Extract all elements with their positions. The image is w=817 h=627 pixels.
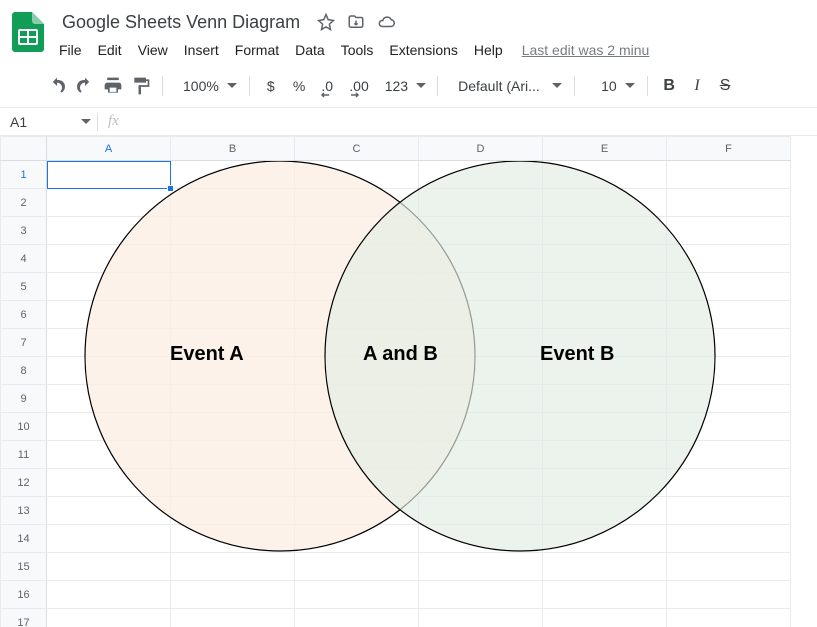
chevron-down-icon — [552, 83, 562, 89]
column-header[interactable]: A — [47, 137, 171, 161]
italic-button[interactable]: I — [684, 73, 710, 99]
venn-diagram[interactable]: Event A A and B Event B — [70, 161, 730, 561]
move-icon[interactable] — [346, 12, 366, 32]
toolbar-separator — [437, 76, 438, 96]
decrease-decimal-button[interactable]: .0 — [314, 73, 340, 99]
row-header[interactable]: 2 — [1, 189, 47, 217]
row-header[interactable]: 14 — [1, 525, 47, 553]
column-header[interactable]: C — [295, 137, 419, 161]
select-all-corner[interactable] — [1, 137, 47, 161]
column-header[interactable]: B — [171, 137, 295, 161]
star-icon[interactable] — [316, 12, 336, 32]
row-header[interactable]: 3 — [1, 217, 47, 245]
menu-insert[interactable]: Insert — [177, 38, 226, 62]
row-header[interactable]: 16 — [1, 581, 47, 609]
menu-tools[interactable]: Tools — [334, 38, 381, 62]
row-header[interactable]: 12 — [1, 469, 47, 497]
titlebar: Google Sheets Venn Diagram File Edit Vie… — [0, 0, 817, 64]
venn-label-intersection: A and B — [363, 343, 438, 366]
bold-button[interactable]: B — [656, 73, 682, 99]
menu-view[interactable]: View — [131, 38, 175, 62]
print-button[interactable] — [100, 73, 126, 99]
undo-button[interactable] — [44, 73, 70, 99]
zoom-value: 100% — [179, 78, 223, 94]
menu-data[interactable]: Data — [288, 38, 332, 62]
more-formats-dropdown[interactable]: 123 — [378, 73, 429, 99]
toolbar-separator — [162, 76, 163, 96]
menubar: File Edit View Insert Format Data Tools … — [52, 38, 817, 62]
cloud-status-icon[interactable] — [376, 12, 396, 32]
font-size-value: 10 — [597, 78, 621, 94]
menu-format[interactable]: Format — [228, 38, 286, 62]
venn-label-b: Event B — [540, 343, 614, 366]
toolbar-separator — [574, 76, 575, 96]
redo-button[interactable] — [72, 73, 98, 99]
toolbar-separator — [647, 76, 648, 96]
document-title[interactable]: Google Sheets Venn Diagram — [56, 10, 306, 35]
menu-file[interactable]: File — [52, 38, 89, 62]
toolbar-separator — [249, 76, 250, 96]
chevron-down-icon — [227, 83, 237, 89]
zoom-dropdown[interactable]: 100% — [171, 73, 241, 99]
last-edit-link[interactable]: Last edit was 2 minu — [522, 42, 650, 58]
increase-decimal-button[interactable]: .00 — [342, 73, 375, 99]
column-header[interactable]: D — [419, 137, 543, 161]
row-header[interactable]: 10 — [1, 413, 47, 441]
menu-edit[interactable]: Edit — [91, 38, 129, 62]
formula-input[interactable] — [129, 108, 817, 135]
font-size-dropdown[interactable]: 10 — [583, 73, 639, 99]
row-header[interactable]: 4 — [1, 245, 47, 273]
column-header[interactable]: F — [667, 137, 791, 161]
row-header[interactable]: 8 — [1, 357, 47, 385]
toolbar: 100% $ % .0 .00 123 Default (Ari... 10 B… — [0, 64, 817, 108]
chevron-down-icon — [625, 83, 635, 89]
menu-help[interactable]: Help — [467, 38, 510, 62]
paint-format-button[interactable] — [128, 73, 154, 99]
spreadsheet-grid[interactable]: A B C D E F 1 2 3 4 5 6 7 8 9 10 11 12 1… — [0, 136, 817, 627]
venn-label-a: Event A — [170, 343, 244, 366]
font-dropdown[interactable]: Default (Ari... — [446, 73, 566, 99]
row-header[interactable]: 15 — [1, 553, 47, 581]
row-header[interactable]: 1 — [1, 161, 47, 189]
name-box[interactable]: A1 — [0, 108, 97, 135]
name-box-value: A1 — [10, 114, 27, 130]
row-header[interactable]: 7 — [1, 329, 47, 357]
row-header[interactable]: 6 — [1, 301, 47, 329]
row-header[interactable]: 5 — [1, 273, 47, 301]
chevron-down-icon — [81, 119, 91, 125]
fx-icon: fx — [98, 113, 129, 130]
font-value: Default (Ari... — [454, 78, 544, 94]
row-header[interactable]: 13 — [1, 497, 47, 525]
sheets-app-icon[interactable] — [8, 12, 48, 52]
chevron-down-icon — [416, 83, 426, 89]
row-header[interactable]: 11 — [1, 441, 47, 469]
percent-button[interactable]: % — [286, 73, 312, 99]
row-header[interactable]: 9 — [1, 385, 47, 413]
formula-bar: A1 fx — [0, 108, 817, 136]
menu-extensions[interactable]: Extensions — [382, 38, 464, 62]
title-block: Google Sheets Venn Diagram File Edit Vie… — [56, 8, 817, 62]
currency-button[interactable]: $ — [258, 73, 284, 99]
column-header[interactable]: E — [543, 137, 667, 161]
strikethrough-button[interactable]: S — [712, 73, 738, 99]
row-header[interactable]: 17 — [1, 609, 47, 627]
